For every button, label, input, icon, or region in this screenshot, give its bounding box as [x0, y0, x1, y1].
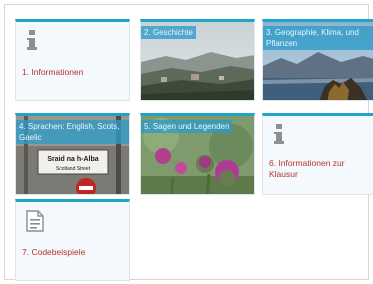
tile-label: 3. Geographie, Klima, und Pflanzen: [263, 26, 373, 50]
tile-sprachen[interactable]: Sraid na h-Alba Scotland Street 4. Sprac…: [15, 113, 130, 195]
info-icon: [273, 124, 285, 149]
tile-klausur[interactable]: 6. Informationen zur Klausur: [262, 113, 373, 195]
course-tile-grid: 1. Informationen 2. Geschichte 3. Geogra…: [4, 4, 373, 281]
tile-label: 2. Geschichte: [141, 26, 196, 39]
tile-informationen[interactable]: 1. Informationen: [15, 19, 130, 101]
tile-geographie[interactable]: 3. Geographie, Klima, und Pflanzen: [262, 19, 373, 101]
street-sign-line2: Scotland Street: [56, 166, 91, 172]
street-sign-line1: Sraid na h-Alba: [47, 156, 98, 163]
tile-geschichte[interactable]: 2. Geschichte: [140, 19, 255, 101]
document-icon: [26, 210, 44, 237]
tile-sagen[interactable]: 5. Sagen und Legenden: [140, 113, 255, 195]
tile-label: 5. Sagen und Legenden: [141, 120, 233, 133]
tile-codebeispiele[interactable]: 7. Codebeispiele: [15, 199, 130, 281]
info-icon: [26, 30, 38, 55]
tile-label: 6. Informationen zur Klausur: [269, 158, 345, 179]
tile-label: 1. Informationen: [22, 67, 84, 77]
tile-label: 4. Sprachen: English, Scots, Gaelic: [16, 120, 129, 144]
tile-label: 7. Codebeispiele: [22, 247, 86, 257]
